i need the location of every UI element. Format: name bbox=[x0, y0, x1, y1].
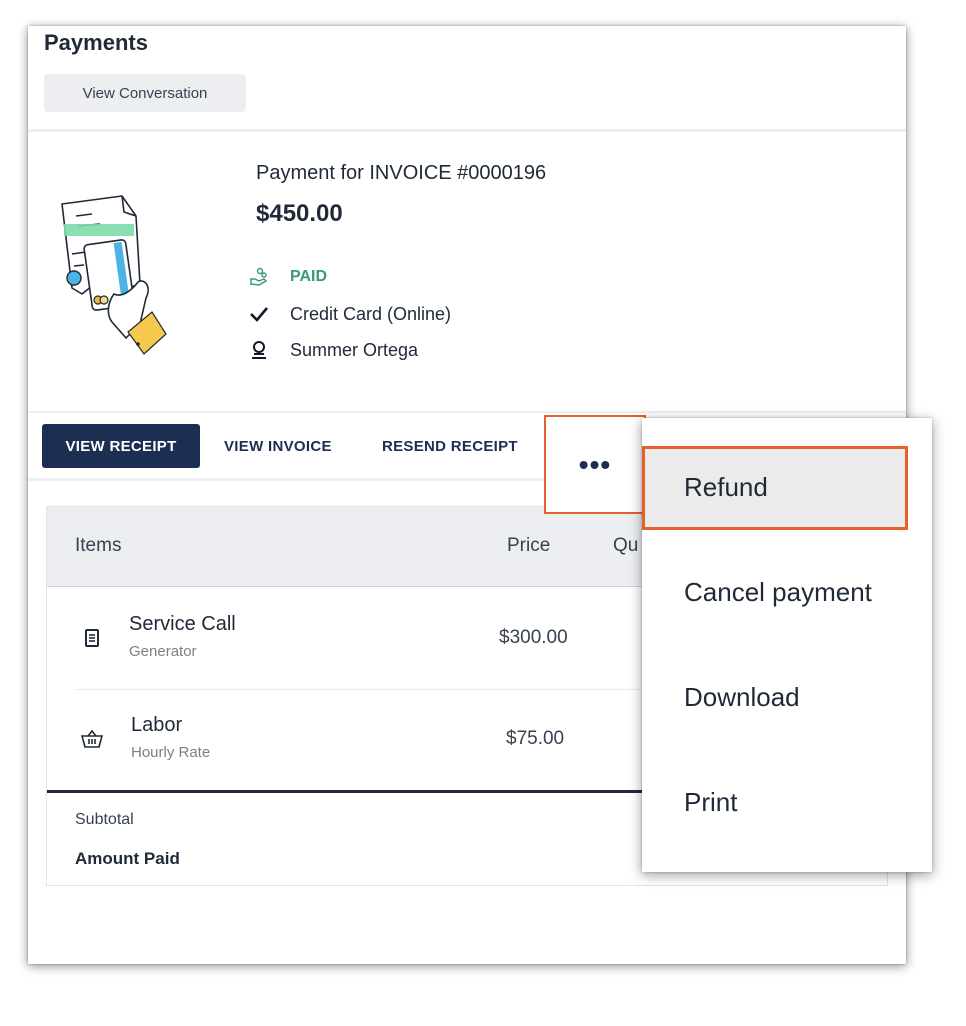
amount-paid-label: Amount Paid bbox=[75, 849, 180, 868]
page-title: Payments bbox=[44, 30, 148, 55]
view-receipt-button[interactable]: VIEW RECEIPT bbox=[42, 424, 200, 468]
price-column-header: Price bbox=[507, 535, 551, 556]
receipt-icon bbox=[81, 627, 103, 649]
menu-item-highlight bbox=[642, 446, 908, 530]
receipt-card-illustration bbox=[61, 195, 167, 355]
item-price: $300.00 bbox=[499, 627, 568, 648]
actions-dropdown-menu: Refund Cancel payment Download Print bbox=[642, 418, 932, 872]
menu-item-print[interactable]: Print bbox=[684, 787, 737, 818]
more-actions-button[interactable]: ••• bbox=[544, 415, 646, 514]
menu-item-cancel-payment[interactable]: Cancel payment bbox=[684, 577, 872, 608]
method-row: Credit Card (Online) bbox=[248, 303, 451, 325]
item-price: $75.00 bbox=[506, 728, 565, 749]
item-name: Service Call bbox=[129, 613, 236, 635]
customer-name: Summer Ortega bbox=[290, 339, 419, 360]
menu-item-refund[interactable]: Refund bbox=[684, 472, 768, 503]
customer-row: Summer Ortega bbox=[248, 339, 418, 361]
status-row: PAID bbox=[248, 266, 327, 288]
user-icon bbox=[248, 339, 270, 361]
resend-receipt-button[interactable]: RESEND RECEIPT bbox=[382, 424, 518, 468]
item-subtitle: Hourly Rate bbox=[131, 744, 211, 761]
payment-title: Payment for INVOICE #0000196 bbox=[256, 162, 547, 184]
qty-column-header: Qu bbox=[613, 535, 639, 556]
items-column-header: Items bbox=[75, 535, 122, 556]
item-name: Labor bbox=[131, 714, 183, 736]
status-badge: PAID bbox=[290, 268, 328, 285]
screen: Payments View Conversation Payment for I… bbox=[0, 0, 966, 1026]
divider bbox=[28, 411, 906, 413]
menu-item-download[interactable]: Download bbox=[684, 682, 800, 713]
subtotal-label: Subtotal bbox=[75, 811, 134, 828]
divider bbox=[28, 129, 906, 132]
money-hand-icon bbox=[248, 266, 270, 288]
checkmark-icon bbox=[248, 303, 270, 325]
view-conversation-button[interactable]: View Conversation bbox=[44, 74, 246, 112]
basket-icon bbox=[81, 728, 103, 750]
item-subtitle: Generator bbox=[129, 643, 197, 660]
payment-method: Credit Card (Online) bbox=[290, 303, 452, 324]
payment-amount: $450.00 bbox=[256, 200, 343, 227]
view-invoice-button[interactable]: VIEW INVOICE bbox=[224, 424, 332, 468]
